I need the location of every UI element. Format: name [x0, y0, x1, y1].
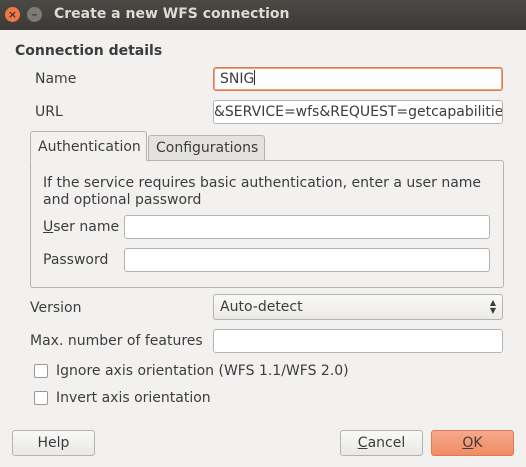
password-label: Password [43, 252, 109, 268]
updown-arrows-icon: ▲ ▼ [489, 298, 496, 315]
ignore-axis-label: Ignore axis orientation (WFS 1.1/WFS 2.0… [56, 363, 349, 379]
wfs-connection-dialog: Connection details Name SNIG URL &SERVIC… [0, 30, 526, 467]
cancel-mnemonic: C [357, 435, 368, 451]
close-window-icon[interactable]: × [5, 7, 20, 22]
username-label: User name [43, 219, 119, 235]
checkbox-box-icon [34, 364, 48, 378]
ok-button[interactable]: OK [431, 430, 514, 456]
tab-configurations-label: Configurations [156, 140, 259, 156]
help-button[interactable]: Help [12, 430, 95, 456]
version-selected-value: Auto-detect [220, 299, 303, 315]
ok-mnemonic: O [462, 435, 474, 451]
username-label-mnemonic: U [43, 219, 54, 235]
max-features-label: Max. number of features [30, 333, 203, 349]
url-input-value: &SERVICE=wfs&REQUEST=getcapabilities [214, 104, 503, 120]
checkbox-box-icon [34, 391, 48, 405]
name-input-value: SNIG [220, 71, 255, 87]
tab-authentication[interactable]: Authentication [30, 131, 147, 161]
cancel-button[interactable]: Cancel [340, 430, 423, 456]
version-label: Version [30, 300, 82, 316]
help-button-label: Help [37, 435, 70, 451]
password-input[interactable] [124, 248, 490, 272]
version-select[interactable]: Auto-detect ▲ ▼ [213, 294, 503, 320]
invert-axis-label: Invert axis orientation [56, 390, 211, 406]
tab-configurations[interactable]: Configurations [148, 135, 265, 161]
name-input[interactable]: SNIG [213, 67, 503, 91]
ok-button-label: K [473, 435, 483, 451]
username-label-rest: ser name [53, 219, 120, 235]
tab-authentication-label: Authentication [38, 139, 141, 155]
name-label: Name [35, 71, 77, 87]
max-features-input[interactable] [213, 329, 503, 353]
title-bar: × – Create a new WFS connection [0, 0, 526, 30]
invert-axis-checkbox[interactable]: Invert axis orientation [34, 390, 211, 406]
minimize-window-icon[interactable]: – [27, 7, 42, 22]
authentication-panel: If the service requires basic authentica… [30, 160, 504, 288]
text-caret [254, 70, 256, 85]
ignore-axis-checkbox[interactable]: Ignore axis orientation (WFS 1.1/WFS 2.0… [34, 363, 349, 379]
username-input[interactable] [124, 215, 490, 239]
auth-description: If the service requires basic authentica… [43, 175, 482, 208]
cancel-button-label: ancel [367, 435, 406, 451]
window-title: Create a new WFS connection [54, 6, 290, 22]
url-label: URL [35, 104, 63, 120]
connection-details-heading: Connection details [15, 43, 163, 59]
url-input[interactable]: &SERVICE=wfs&REQUEST=getcapabilities [213, 100, 503, 124]
